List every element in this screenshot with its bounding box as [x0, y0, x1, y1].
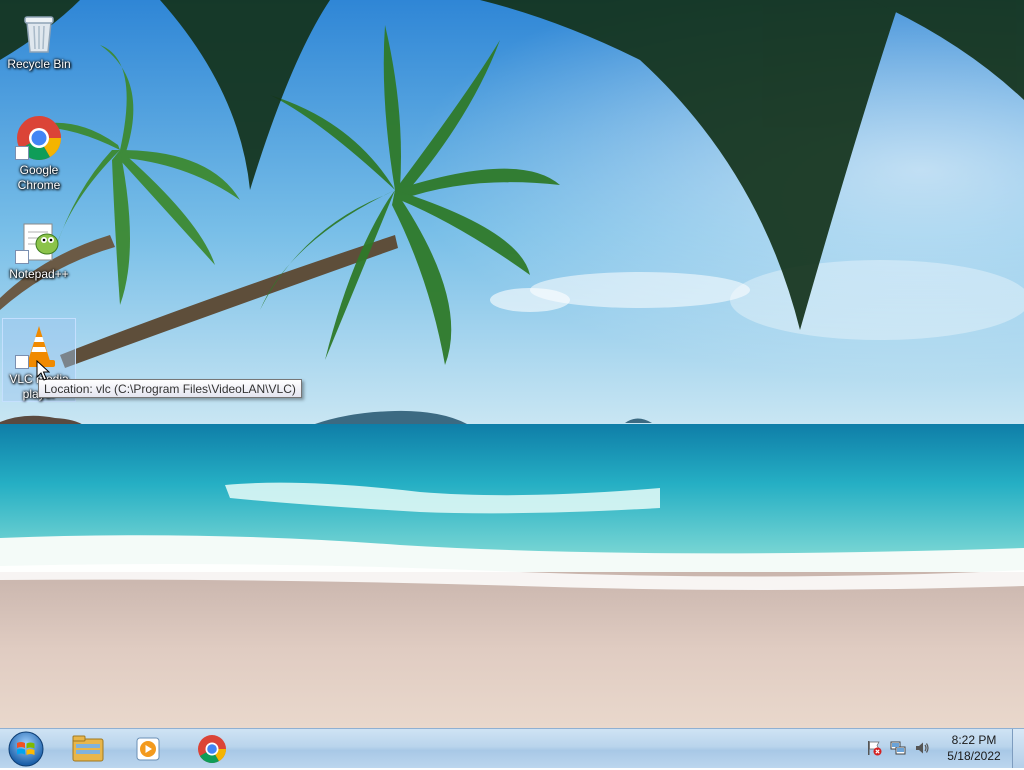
beach-wallpaper [0, 0, 1024, 728]
location-tooltip: Location: vlc (C:\Program Files\VideoLAN… [38, 379, 302, 398]
volume-icon[interactable] [914, 740, 930, 756]
clock-time: 8:22 PM [951, 733, 997, 747]
shortcut-arrow-icon [15, 250, 29, 264]
desktop-icon-google-chrome[interactable]: Google Chrome [2, 110, 76, 193]
show-desktop-button[interactable] [1012, 729, 1024, 768]
desktop[interactable]: Recycle Bin Google Chrome Notepad++ VLC … [0, 0, 1024, 728]
chrome-icon [198, 735, 226, 763]
network-icon[interactable] [890, 740, 906, 756]
taskbar-clock[interactable]: 8:22 PM 5/18/2022 [938, 732, 1010, 764]
taskbar-file-explorer-button[interactable] [60, 730, 116, 767]
desktop-icon-recycle-bin[interactable]: Recycle Bin [2, 4, 76, 72]
start-button[interactable] [2, 730, 48, 767]
taskbar-chrome-button[interactable] [184, 730, 240, 767]
desktop-icon-label: Google Chrome [17, 163, 61, 192]
windows-logo-icon [8, 731, 44, 767]
notepad-plus-plus-icon [15, 218, 63, 266]
mouse-cursor-icon [36, 360, 50, 381]
chrome-icon [15, 114, 63, 162]
taskbar-media-player-button[interactable] [121, 730, 177, 767]
file-explorer-icon [72, 735, 104, 762]
media-player-icon [136, 737, 160, 761]
shortcut-arrow-icon [15, 355, 29, 369]
taskbar: 8:22 PM 5/18/2022 [0, 728, 1024, 768]
recycle-bin-icon [15, 8, 63, 56]
desktop-icon-label: Notepad++ [9, 267, 69, 281]
action-center-flag-icon[interactable] [866, 740, 882, 756]
desktop-icon-label: Recycle Bin [7, 57, 71, 71]
desktop-icon-notepad-plus-plus[interactable]: Notepad++ [2, 214, 76, 282]
shortcut-arrow-icon [15, 146, 29, 160]
clock-date: 5/18/2022 [947, 749, 1001, 763]
